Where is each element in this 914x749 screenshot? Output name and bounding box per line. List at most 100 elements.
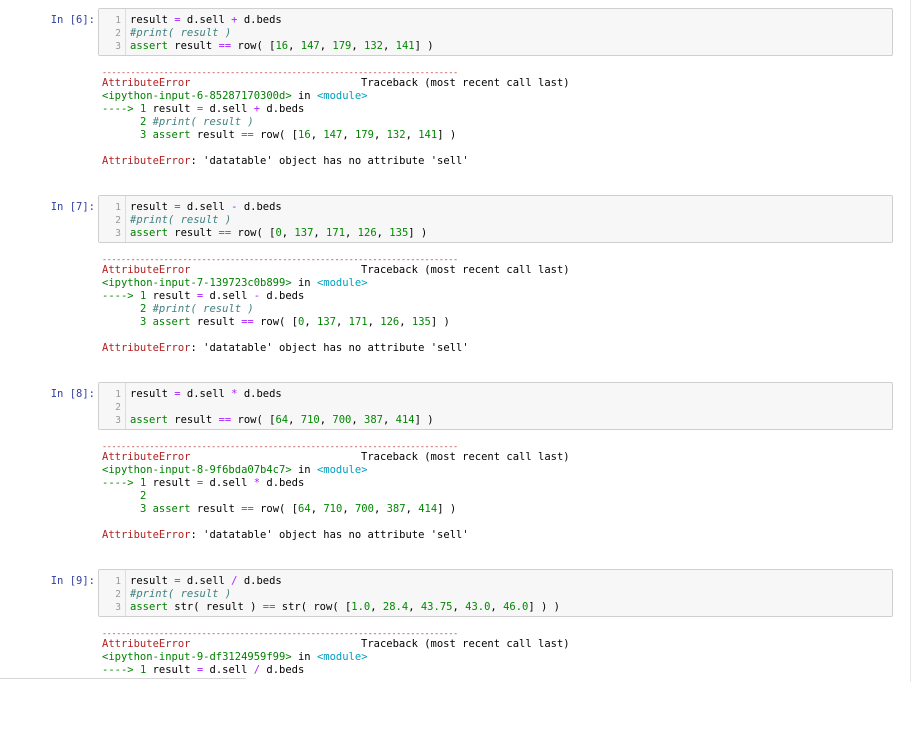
code-input-area[interactable]: 1 result = d.sell - d.beds 2 #print( result… [98, 195, 893, 243]
code-token-num: 147 [323, 129, 343, 141]
notebook-cell: In [7]: 1 result = d.sell - d.beds 2 #print(… [0, 195, 900, 375]
notebook-cell: In [8]: 1 result = d.sell * d.beds 2 3 assert… [0, 382, 900, 562]
input-reference[interactable]: <ipython-input-9-df3124959f99> [102, 651, 292, 663]
line-number: 1 [115, 576, 121, 587]
code-token-t: result [130, 388, 175, 400]
code-token-kw: assert [152, 316, 191, 328]
traceback-line: 3 assert result == row( [64, 710, 700, 3… [102, 503, 456, 515]
code-token-kw: assert [130, 414, 168, 426]
traceback-separator: ----------------------------------------… [102, 628, 458, 638]
code-token-num: 16 [275, 40, 289, 52]
code-line[interactable]: assert result == row( [0, 137, 171, 126,… [130, 227, 427, 239]
code-token-t: d.sell [180, 201, 232, 213]
code-input-area[interactable]: 1 result = d.sell * d.beds 2 3 assert result… [98, 382, 893, 430]
code-token-cm: #print( result ) [130, 27, 232, 39]
code-token-num: 46.0 [503, 601, 529, 613]
code-token-num: 16 [298, 129, 311, 141]
trace-prefix: ----> [102, 290, 140, 302]
code-token-t: , [310, 503, 324, 515]
code-token-num: 137 [317, 316, 336, 328]
error-name: AttributeError [102, 155, 191, 167]
code-token-num: 64 [275, 414, 289, 426]
traceback-label: Traceback (most recent call last) [361, 264, 570, 276]
code-token-num: 135 [411, 316, 431, 328]
code-token-t: d.beds [237, 14, 282, 26]
input-reference[interactable]: <ipython-input-8-9f6bda07b4c7> [102, 464, 292, 476]
code-token-num: 28.4 [382, 601, 409, 613]
code-token-t: row( [ [231, 227, 276, 239]
code-token-t: result [146, 103, 197, 115]
code-token-num: 171 [326, 227, 346, 239]
code-line[interactable]: #print( result ) [130, 27, 231, 39]
code-token-num: 414 [418, 503, 438, 515]
code-line[interactable]: assert str( result ) == str( row( [1.0, … [130, 601, 560, 613]
error-name: AttributeError [102, 77, 191, 89]
code-token-cm: #print( result ) [130, 588, 232, 600]
code-token-t: , [351, 414, 364, 426]
code-token-num: 141 [418, 129, 438, 141]
module-label: <module> [316, 651, 368, 663]
code-token-num: 126 [380, 316, 400, 328]
code-token-t: result [167, 227, 219, 239]
input-reference[interactable]: <ipython-input-6-85287170300d> [102, 90, 292, 102]
code-token-cm: #print( result ) [146, 116, 254, 128]
error-detail: : 'datatable' object has no attribute 's… [190, 342, 469, 354]
traceback-separator: ----------------------------------------… [102, 441, 458, 451]
traceback-line: 3 assert result == row( [0, 137, 171, 12… [102, 316, 450, 328]
code-token-t: ] ) [408, 227, 428, 239]
code-token-t: d.beds [237, 201, 282, 213]
code-token-t: , [304, 316, 318, 328]
code-input-area[interactable]: 1 result = d.sell / d.beds 2 #print( result… [98, 569, 893, 617]
code-token-t: result [190, 316, 242, 328]
code-token-t: ] ) [414, 40, 434, 52]
code-line[interactable]: result = d.sell - d.beds [130, 201, 282, 213]
code-token-t: d.beds [260, 103, 305, 115]
notebook-cell: In [6]: 1 result = d.sell + d.beds 2 #print(… [0, 8, 900, 188]
code-line[interactable]: result = d.sell * d.beds [130, 388, 282, 400]
code-token-t: d.beds [260, 664, 305, 676]
notebook-cell: In [9]: 1 result = d.sell / d.beds 2 #print(… [0, 569, 900, 749]
code-token-t: result [167, 414, 219, 426]
code-token-num: 1.0 [351, 601, 371, 613]
code-line[interactable]: #print( result ) [130, 588, 231, 600]
code-token-t: d.sell [180, 14, 232, 26]
traceback-location: <ipython-input-9-df3124959f99> in <modul… [102, 651, 368, 663]
code-token-kw: assert [152, 129, 191, 141]
code-line[interactable]: assert result == row( [16, 147, 179, 132… [130, 40, 434, 52]
code-token-t: , [313, 227, 327, 239]
code-token-t: result [130, 201, 175, 213]
trace-prefix [102, 503, 140, 515]
trace-prefix: ----> [102, 664, 140, 676]
input-reference[interactable]: <ipython-input-7-139723c0b899> [102, 277, 292, 289]
code-token-t: , [373, 129, 387, 141]
code-token-cm: #print( result ) [146, 303, 254, 315]
trace-prefix [102, 316, 140, 328]
code-line[interactable]: assert result == row( [64, 710, 700, 387… [130, 414, 434, 426]
code-line[interactable]: result = d.sell + d.beds [130, 14, 282, 26]
code-token-t: , [399, 316, 412, 328]
code-token-t: ] ) [437, 503, 457, 515]
code-line[interactable]: #print( result ) [130, 214, 231, 226]
code-token-t: d.beds [260, 477, 305, 489]
code-token-t: , [288, 40, 301, 52]
traceback-line: ----> 1 result = d.sell - d.beds [102, 290, 304, 302]
error-message: AttributeError: 'datatable' object has n… [102, 342, 469, 354]
code-token-num: 179 [354, 129, 374, 141]
trace-line-number: 2 [139, 490, 147, 502]
error-message: AttributeError: 'datatable' object has n… [102, 529, 469, 541]
line-number: 1 [115, 202, 121, 213]
error-name: AttributeError [102, 638, 191, 650]
code-token-num: 700 [354, 503, 374, 515]
code-token-t: , [490, 601, 504, 613]
code-token-t: , [452, 601, 466, 613]
code-input-area[interactable]: 1 result = d.sell + d.beds 2 #print( result… [98, 8, 893, 56]
trace-prefix [102, 116, 140, 128]
code-token-t: result [190, 129, 242, 141]
code-token-t: , [370, 601, 383, 613]
code-token-num: 414 [395, 414, 415, 426]
code-token-op: == [241, 316, 254, 328]
code-line[interactable]: result = d.sell / d.beds [130, 575, 282, 587]
code-token-num: 387 [386, 503, 406, 515]
code-token-kw: assert [130, 601, 168, 613]
line-number: 3 [115, 602, 121, 613]
